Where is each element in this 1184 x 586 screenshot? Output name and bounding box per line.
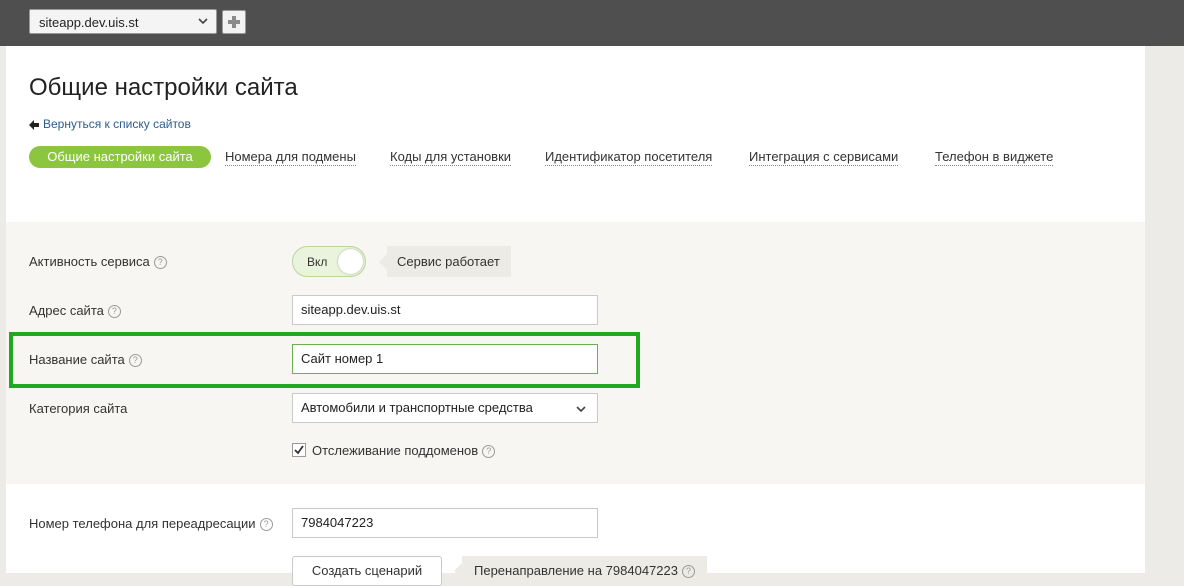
redirect-hint-text: Перенаправление на 7984047223 <box>474 563 678 578</box>
site-category-value: Автомобили и транспортные средства <box>301 400 533 415</box>
service-activity-label: Активность сервиса? <box>29 254 167 270</box>
tab-integrations[interactable]: Интеграция с сервисами <box>749 149 899 166</box>
create-scenario-button[interactable]: Создать сценарий <box>292 556 442 586</box>
tab-visitor-id[interactable]: Идентификатор посетителя <box>545 149 713 166</box>
header-panel <box>6 46 1145 222</box>
help-icon[interactable]: ? <box>681 565 695 579</box>
site-select[interactable]: siteapp.dev.uis.st <box>29 9 217 34</box>
site-name-input[interactable]: Сайт номер 1 <box>292 344 598 374</box>
site-name-text: Название сайта <box>29 352 125 367</box>
tab-substitution-numbers[interactable]: Номера для подмены <box>225 149 356 166</box>
site-name-label: Название сайта? <box>29 352 142 368</box>
tab-general-settings[interactable]: Общие настройки сайта <box>29 146 211 168</box>
subdomain-tracking-text: Отслеживание поддоменов <box>312 443 479 458</box>
page-title: Общие настройки сайта <box>29 74 298 101</box>
service-activity-toggle[interactable]: Вкл <box>292 246 366 277</box>
back-link-label: Вернуться к списку сайтов <box>43 117 191 131</box>
site-address-input[interactable]: siteapp.dev.uis.st <box>292 295 598 325</box>
tab-install-codes[interactable]: Коды для установки <box>390 149 512 166</box>
redirect-phone-input[interactable]: 7984047223 <box>292 508 598 538</box>
service-activity-text: Активность сервиса <box>29 254 150 269</box>
help-icon[interactable]: ? <box>153 256 167 270</box>
toggle-knob <box>338 249 363 274</box>
site-category-select[interactable]: Автомобили и транспортные средства <box>292 393 598 423</box>
chevron-down-icon <box>198 18 208 25</box>
help-icon[interactable]: ? <box>107 305 121 319</box>
help-icon[interactable]: ? <box>259 518 273 532</box>
arrow-left-icon <box>29 119 39 130</box>
redirect-phone-text: Номер телефона для переадресации <box>29 516 256 531</box>
redirect-hint: Перенаправление на 7984047223? <box>454 556 707 586</box>
toggle-label: Вкл <box>307 255 328 269</box>
subdomain-tracking-checkbox[interactable] <box>292 443 306 457</box>
back-to-sites-link[interactable]: Вернуться к списку сайтов <box>29 117 191 131</box>
plus-icon <box>228 16 240 28</box>
tab-widget-phone[interactable]: Телефон в виджете <box>935 149 1054 166</box>
chevron-down-icon <box>576 406 586 413</box>
top-bar: siteapp.dev.uis.st <box>0 0 1184 46</box>
site-address-text: Адрес сайта <box>29 303 104 318</box>
add-site-button[interactable] <box>222 10 246 34</box>
site-address-label: Адрес сайта? <box>29 303 121 319</box>
site-category-label: Категория сайта <box>29 401 128 416</box>
service-status-tooltip: Сервис работает <box>379 246 511 277</box>
redirect-phone-label: Номер телефона для переадресации? <box>29 516 273 532</box>
checkmark-icon <box>294 445 304 455</box>
subdomain-tracking-label: Отслеживание поддоменов? <box>312 443 496 459</box>
right-gutter <box>1145 46 1184 573</box>
help-icon[interactable]: ? <box>128 354 142 368</box>
help-icon[interactable]: ? <box>482 445 496 459</box>
site-select-value: siteapp.dev.uis.st <box>39 15 139 30</box>
